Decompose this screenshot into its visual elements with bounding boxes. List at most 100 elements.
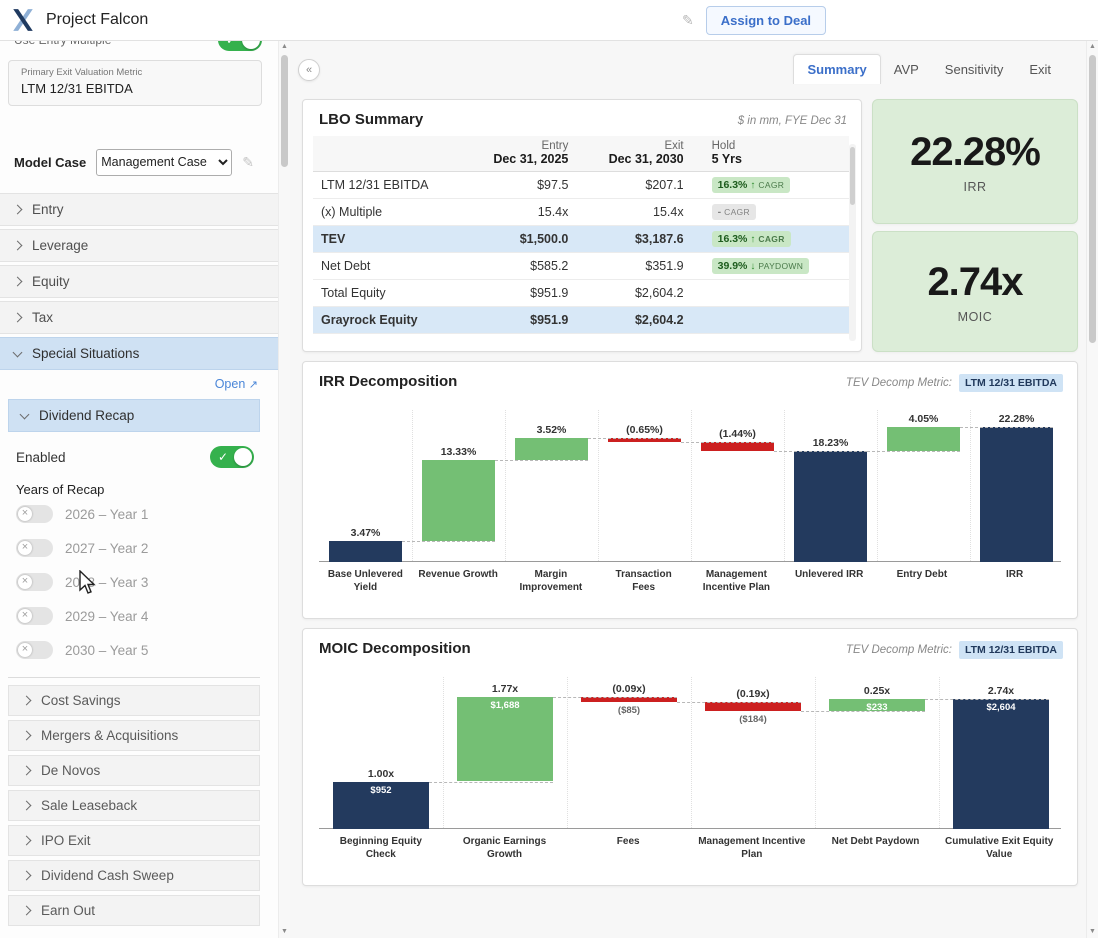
header-spacer: [313, 136, 479, 172]
category-label: Beginning Equity Check: [319, 835, 443, 861]
edit-model-case-icon[interactable]: ✎: [242, 154, 254, 171]
arrow-up-icon: ↑: [750, 234, 755, 245]
waterfall-connector: [677, 702, 801, 703]
sidebar-section-label: Sale Leaseback: [41, 798, 137, 813]
arrow-up-icon: ↑: [750, 180, 755, 191]
exit-value: $351.9: [594, 253, 709, 280]
moic-kpi-card: 2.74x MOIC: [872, 231, 1078, 352]
chevron-right-icon: [22, 731, 32, 741]
sidebar-section-dividend-cash-sweep[interactable]: Dividend Cash Sweep: [8, 860, 260, 891]
lbo-summary-table: Entry Dec 31, 2025 Exit Dec 31, 2030 Hol…: [313, 136, 849, 334]
sidebar-section-entry[interactable]: Entry: [0, 193, 278, 226]
bar-dollar-label: $1,688: [443, 700, 567, 711]
sidebar-section-label: De Novos: [41, 763, 100, 778]
row-label: Total Equity: [313, 280, 479, 307]
hold-cell: [710, 280, 849, 307]
chevron-right-icon: [22, 906, 32, 916]
gridline: [877, 410, 878, 561]
entry-value: 15.4x: [479, 199, 594, 226]
scroll-up-arrow[interactable]: ▲: [1087, 41, 1098, 53]
sidebar-section-tax[interactable]: Tax: [0, 301, 278, 334]
year-toggle-2026[interactable]: [16, 505, 53, 523]
sidebar-section-de-novos[interactable]: De Novos: [8, 755, 260, 786]
sidebar-scrollbar[interactable]: ▲ ▼: [278, 41, 290, 938]
model-case-row: Model Case Management Case ✎: [14, 147, 266, 177]
sidebar-section-sale-leaseback[interactable]: Sale Leaseback: [8, 790, 260, 821]
lbo-summary-header: LBO Summary $ in mm, FYE Dec 31: [303, 100, 861, 134]
sidebar-section-leverage[interactable]: Leverage: [0, 229, 278, 262]
tab-summary[interactable]: Summary: [793, 54, 880, 84]
sidebar-section-cost-savings[interactable]: Cost Savings: [8, 685, 260, 716]
year-toggle-2028[interactable]: [16, 573, 53, 591]
model-case-select[interactable]: Management Case: [96, 149, 232, 176]
entry-value: $1,500.0: [479, 226, 594, 253]
moic-waterfall-plot: 1.00x$9521.77x$1,688(0.09x)($85)(0.19x)(…: [319, 677, 1061, 829]
sidebar-section-dividend-recap[interactable]: Dividend Recap: [8, 399, 260, 432]
main-scrollbar-thumb[interactable]: [1089, 55, 1096, 343]
scroll-down-arrow[interactable]: ▼: [279, 926, 290, 938]
chevron-right-icon: [13, 241, 23, 251]
category-label: Unlevered IRR: [783, 568, 876, 594]
bar-value-label: 18.23%: [784, 436, 877, 450]
sidebar-section-special-situations[interactable]: Special Situations: [0, 337, 278, 370]
sidebar-section-ipo-exit[interactable]: IPO Exit: [8, 825, 260, 856]
scroll-down-arrow[interactable]: ▼: [1087, 926, 1098, 938]
moic-chart-header: MOIC Decomposition TEV Decomp Metric: LT…: [303, 629, 1077, 665]
table-row: (x) Multiple15.4x15.4x-CAGR: [313, 199, 849, 226]
sidebar-section-label: Dividend Cash Sweep: [41, 868, 174, 883]
waterfall-connector: [681, 442, 774, 443]
use-entry-multiple-toggle[interactable]: [218, 41, 262, 51]
irr-category-labels: Base Unlevered YieldRevenue GrowthMargin…: [319, 568, 1061, 594]
table-row: Net Debt$585.2$351.939.9%↓PAYDOWN: [313, 253, 849, 280]
tab-avp[interactable]: AVP: [881, 55, 932, 84]
chevron-right-icon: [13, 313, 23, 323]
collapse-sidebar-button[interactable]: «: [298, 59, 320, 81]
edit-title-icon[interactable]: ✎: [682, 12, 694, 29]
hold-cell: 16.3%↑CAGR: [710, 172, 849, 199]
main-scrollbar[interactable]: ▲ ▼: [1086, 41, 1098, 938]
tab-exit[interactable]: Exit: [1016, 55, 1064, 84]
lbo-summary-card: LBO Summary $ in mm, FYE Dec 31 Entry De…: [302, 99, 862, 352]
open-link[interactable]: Open ↗: [215, 377, 258, 391]
category-label: IRR: [968, 568, 1061, 594]
sidebar: Use Entry Multiple Primary Exit Valuatio…: [0, 41, 278, 938]
hold-cell: 39.9%↓PAYDOWN: [710, 253, 849, 280]
waterfall-connector: [925, 699, 1049, 700]
hold-cell: -CAGR: [710, 199, 849, 226]
year-toggle-2029[interactable]: [16, 607, 53, 625]
year-toggle-2030[interactable]: [16, 641, 53, 659]
moic-category-labels: Beginning Equity CheckOrganic Earnings G…: [319, 835, 1061, 861]
dividend-recap-enabled-toggle[interactable]: [210, 446, 254, 468]
gridline: [567, 677, 568, 828]
sidebar-section-label: Leverage: [32, 238, 88, 253]
row-label: TEV: [313, 226, 479, 253]
gridline: [784, 410, 785, 561]
table-scrollbar-thumb[interactable]: [850, 147, 855, 205]
year-toggle-2027[interactable]: [16, 539, 53, 557]
use-entry-multiple-row: Use Entry Multiple: [14, 41, 262, 54]
waterfall-bar-revenue-growth: [422, 460, 495, 541]
exit-value: $3,187.6: [594, 226, 709, 253]
chevron-down-icon: [20, 409, 30, 419]
bar-value-label: (0.65%): [598, 423, 691, 437]
hold-column-header: Hold 5 Yrs: [710, 136, 849, 172]
waterfall-bar-unlevered-irr: [794, 451, 867, 562]
category-label: Margin Improvement: [505, 568, 598, 594]
sidebar-section-mergers-acquisitions[interactable]: Mergers & Acquisitions: [8, 720, 260, 751]
table-header-row: Entry Dec 31, 2025 Exit Dec 31, 2030 Hol…: [313, 136, 849, 172]
irr-waterfall-plot: 3.47%13.33%3.52%(0.65%)(1.44%)18.23%4.05…: [319, 410, 1061, 562]
table-scrollbar[interactable]: [849, 144, 856, 341]
sidebar-section-equity[interactable]: Equity: [0, 265, 278, 298]
sidebar-scrollbar-thumb[interactable]: [281, 55, 288, 167]
scroll-up-arrow[interactable]: ▲: [279, 41, 290, 53]
entry-header-line1: Entry: [479, 140, 568, 152]
sidebar-section-label: Cost Savings: [41, 693, 121, 708]
tab-sensitivity[interactable]: Sensitivity: [932, 55, 1017, 84]
moic-label: MOIC: [958, 310, 993, 324]
assign-to-deal-button[interactable]: Assign to Deal: [706, 6, 826, 35]
year-row: 2026 – Year 1: [8, 497, 260, 531]
bar-value-label: 3.47%: [319, 526, 412, 540]
sidebar-section-earn-out[interactable]: Earn Out: [8, 895, 260, 926]
bar-dollar-label: ($85): [567, 705, 691, 716]
bar-dollar-label: ($184): [691, 714, 815, 725]
